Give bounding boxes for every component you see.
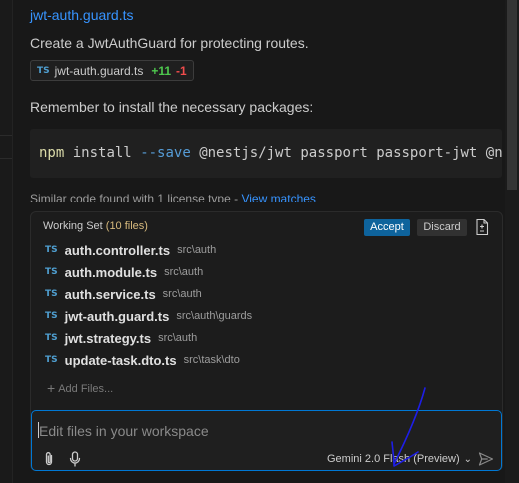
similar-code-text: Similar code found with 1 license type - — [30, 194, 242, 202]
discard-button[interactable]: Discard — [417, 219, 467, 236]
chevron-down-icon: ⌄ — [463, 454, 473, 465]
file-name: jwt-auth.guard.ts — [64, 308, 170, 324]
working-set-file[interactable]: TS auth.controller.ts src\auth — [45, 239, 252, 261]
similar-code-notice: Similar code found with 1 license type -… — [30, 194, 316, 202]
working-set-file-list: TS auth.controller.ts src\auth TS auth.modu… — [45, 239, 252, 371]
edited-file-chip[interactable]: TS jwt-auth.guard.ts +11 -1 — [30, 60, 194, 81]
left-gutter — [0, 0, 13, 483]
code-flag: --save — [140, 145, 191, 161]
working-set-panel: Working Set (10 files) Accept Discard TS… — [30, 211, 503, 471]
file-name: update-task.dto.ts — [64, 352, 177, 368]
file-link[interactable]: jwt-auth.guard.ts — [30, 7, 134, 23]
microphone-icon[interactable] — [68, 451, 82, 467]
send-icon[interactable] — [478, 451, 494, 467]
chat-input-placeholder[interactable]: Edit files in your workspace — [39, 423, 209, 439]
model-picker[interactable]: Gemini 2.0 Flash (Preview) ⌄ — [327, 453, 472, 465]
working-set-file[interactable]: TS update-task.dto.ts src\task\dto — [45, 349, 252, 371]
working-set-file[interactable]: TS jwt-auth.guard.ts src\auth\guards — [45, 305, 252, 327]
file-path: src\task\dto — [183, 354, 240, 366]
typescript-icon: TS — [45, 333, 58, 343]
file-path: src\auth — [162, 288, 202, 300]
file-name: auth.module.ts — [64, 264, 158, 280]
response-description: Create a JwtAuthGuard for protecting rou… — [30, 35, 309, 51]
file-path: src\auth — [177, 244, 217, 256]
code-block: npm install --save @nestjs/jwt passport … — [30, 129, 502, 178]
file-name: auth.service.ts — [64, 286, 156, 302]
lines-removed: -1 — [176, 63, 187, 78]
file-path: src\auth\guards — [176, 310, 253, 322]
working-set-count: (10 files) — [105, 220, 148, 232]
typescript-icon: TS — [45, 267, 58, 277]
typescript-icon: TS — [45, 355, 58, 365]
working-set-title: Working Set — [43, 220, 103, 232]
chat-input-box[interactable]: Edit files in your workspace Gemini 2.0 … — [31, 410, 502, 471]
gutter-divider — [0, 158, 12, 159]
view-matches-link[interactable]: View matches — [241, 194, 315, 202]
paperclip-icon[interactable] — [42, 451, 56, 467]
file-path: src\auth — [158, 332, 198, 344]
code-subcommand: install — [72, 145, 132, 161]
model-name: Gemini 2.0 Flash (Preview) — [327, 453, 460, 465]
working-set-file[interactable]: TS auth.service.ts src\auth — [45, 283, 252, 305]
file-name: jwt.strategy.ts — [64, 330, 152, 346]
add-files-button[interactable]: + Add Files... — [47, 380, 113, 396]
add-files-label: Add Files... — [58, 383, 114, 395]
scrollbar[interactable] — [505, 0, 519, 483]
code-command: npm — [39, 145, 65, 161]
typescript-icon: TS — [45, 245, 58, 255]
working-set-file[interactable]: TS jwt.strategy.ts src\auth — [45, 327, 252, 349]
edited-file-name: jwt-auth.guard.ts — [54, 63, 144, 78]
file-name: auth.controller.ts — [64, 242, 171, 258]
install-note: Remember to install the necessary packag… — [30, 99, 314, 115]
plus-icon: + — [47, 380, 56, 396]
typescript-icon: TS — [45, 289, 58, 299]
file-path: src\auth — [164, 266, 204, 278]
gutter-divider — [0, 135, 12, 136]
working-set-header: Working Set (10 files) — [43, 220, 148, 232]
scrollbar-thumb[interactable] — [507, 0, 517, 190]
lines-added: +11 — [151, 63, 172, 78]
code-args: @nestjs/jwt passport passport-jwt @nestj — [199, 145, 502, 161]
working-set-file[interactable]: TS auth.module.ts src\auth — [45, 261, 252, 283]
typescript-icon: TS — [37, 65, 50, 76]
file-diff-icon[interactable] — [475, 218, 489, 236]
typescript-icon: TS — [45, 311, 58, 321]
accept-button[interactable]: Accept — [364, 219, 410, 236]
